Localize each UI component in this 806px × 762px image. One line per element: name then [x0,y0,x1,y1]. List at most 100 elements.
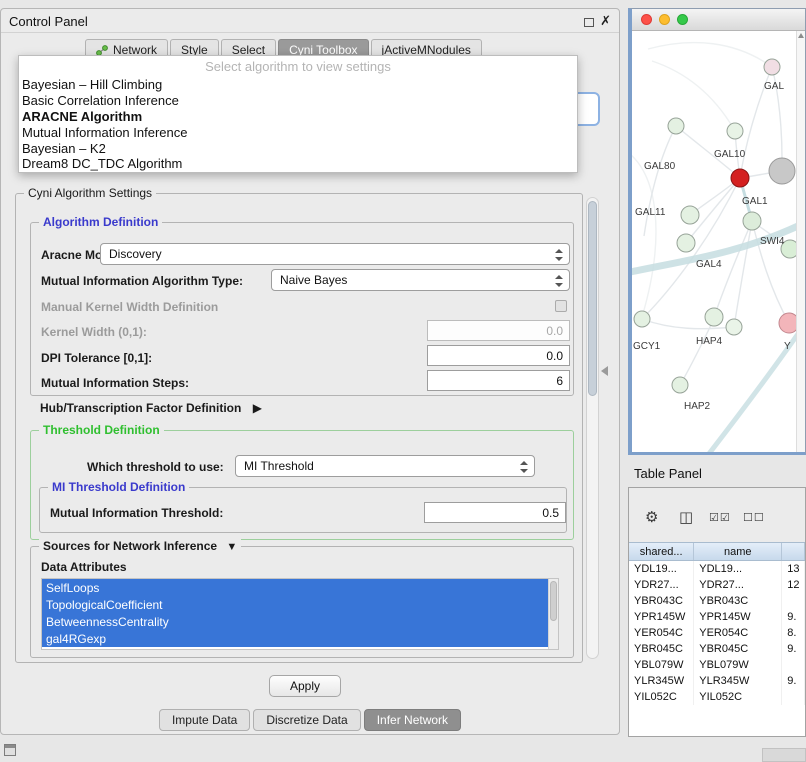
table-row[interactable]: YLR345W YLR345W 9. [629,673,805,689]
kernel-width-label: Kernel Width (0,1): [41,325,147,339]
list-item[interactable]: TopologicalCoefficient [42,596,548,613]
column-header-partial[interactable] [782,543,805,560]
cell: 8. [782,625,805,641]
which-threshold-select[interactable]: MI Threshold [235,455,535,477]
algorithm-option[interactable]: Basic Correlation Inference [19,93,577,109]
network-node[interactable] [634,311,650,327]
apply-button[interactable]: Apply [269,675,341,697]
mi-algorithm-type-value: Naive Bayes [280,273,347,287]
table-row[interactable]: YIL052C YIL052C [629,689,805,705]
mi-steps-label: Mutual Information Steps: [41,376,189,390]
cell: YIL052C [629,689,694,705]
cell: YER054C [694,625,782,641]
cell: YDR27... [694,577,782,593]
table-row[interactable]: YBL079W YBL079W [629,657,805,673]
scroll-up-icon[interactable] [798,33,804,38]
select-all-checkboxes-icon[interactable]: ☑☑ [709,511,731,524]
sources-group-title[interactable]: Sources for Network Inference ▼ [39,539,241,553]
cell [782,657,805,673]
column-header-shared-name[interactable]: shared... [629,543,694,560]
table-row[interactable]: YER054C YER054C 8. [629,625,805,641]
network-node[interactable] [727,123,743,139]
network-scrollbar[interactable] [796,31,805,452]
algorithm-option-selected[interactable]: ARACNE Algorithm [19,109,577,125]
cell: YBR043C [629,593,694,609]
network-tab-icon [96,45,108,56]
network-node[interactable] [743,212,761,230]
network-node[interactable] [668,118,684,134]
columns-icon[interactable]: ◫ [679,508,693,526]
algorithm-option[interactable]: Mutual Information Inference [19,124,577,140]
collapse-right-icon: ▶ [253,401,262,415]
table-row[interactable]: YDL19... YDL19... 13 [629,561,805,577]
list-item[interactable]: SelfLoops [42,579,548,596]
sources-title-label: Sources for Network Inference [43,539,217,553]
mi-threshold-group-title: MI Threshold Definition [48,480,189,494]
hub-definition-toggle[interactable]: Hub/Transcription Factor Definition ▶ [40,401,262,415]
network-node[interactable] [764,59,780,75]
zoom-traffic-light[interactable] [677,14,688,25]
mi-algorithm-type-select[interactable]: Naive Bayes [271,269,570,291]
settings-scrollbar-thumb[interactable] [588,201,597,396]
minimize-traffic-light[interactable] [659,14,670,25]
cyni-algorithm-settings-group: Cyni Algorithm Settings Algorithm Defini… [15,193,583,663]
tab-impute-data[interactable]: Impute Data [159,709,250,731]
network-canvas[interactable]: GAL GAL80 GAL10 GAL11 GAL1 SWI4 GAL4 GCY… [632,31,805,452]
network-node[interactable] [779,313,796,333]
bottom-tabbar: Impute Data Discretize Data Infer Networ… [1,709,619,731]
table-row[interactable]: YDR27... YDR27... 12 [629,577,805,593]
node-label: GCY1 [633,341,661,352]
clear-all-checkboxes-icon[interactable]: ☐☐ [743,511,765,524]
threshold-definition-title: Threshold Definition [39,423,164,437]
close-traffic-light[interactable] [641,14,652,25]
cell: YIL052C [694,689,782,705]
network-node[interactable] [681,206,699,224]
gear-icon[interactable]: ⚙ [645,508,658,526]
list-item[interactable]: gal4RGexp [42,630,548,647]
list-scrollbar[interactable] [548,579,558,649]
table-row[interactable]: YBR043C YBR043C [629,593,805,609]
node-label: Y [784,341,791,352]
cell: YLR345W [694,673,782,689]
cell: YBR045C [629,641,694,657]
algorithm-option[interactable]: Bayesian – K2 [19,140,577,156]
restore-panel-icon[interactable] [4,744,16,756]
table-body: YDL19... YDL19... 13 YDR27... YDR27... 1… [629,561,805,736]
data-attributes-list: SelfLoops TopologicalCoefficient Between… [41,578,559,650]
panel-splitter-icon[interactable] [601,366,608,376]
tab-infer-network[interactable]: Infer Network [364,709,461,731]
tab-discretize-data[interactable]: Discretize Data [253,709,360,731]
float-window-icon[interactable] [584,18,594,27]
sources-group: Sources for Network Inference ▼ Data Att… [30,546,574,658]
cyni-algorithm-settings-title: Cyni Algorithm Settings [24,186,156,200]
network-node[interactable] [705,308,723,326]
network-node[interactable] [677,234,695,252]
manual-kernel-width-checkbox[interactable] [555,300,567,312]
table-row[interactable]: YPR145W YPR145W 9. [629,609,805,625]
dpi-tolerance-field[interactable]: 0.0 [427,345,570,366]
table-panel-title: Table Panel [634,466,702,481]
expand-down-icon: ▼ [226,541,237,553]
cell: YER054C [629,625,694,641]
algorithm-option[interactable]: Dream8 DC_TDC Algorithm [19,156,577,172]
aracne-mode-select[interactable]: Discovery [100,243,570,265]
mi-steps-field[interactable]: 6 [427,370,570,391]
network-node-labels: GAL GAL80 GAL10 GAL11 GAL1 SWI4 GAL4 GCY… [633,81,791,412]
settings-scrollbar[interactable] [586,197,599,659]
manual-kernel-width-label: Manual Kernel Width Definition [41,300,218,314]
list-item[interactable]: BetweennessCentrality [42,613,548,630]
close-icon[interactable]: ✗ [600,13,611,29]
algorithm-definition-title: Algorithm Definition [39,215,162,229]
network-node[interactable] [672,377,688,393]
network-node[interactable] [726,319,742,335]
column-header-name[interactable]: name [694,543,782,560]
network-node[interactable] [731,169,749,187]
mi-threshold-field[interactable]: 0.5 [424,502,566,523]
table-row[interactable]: YBR045C YBR045C 9. [629,641,805,657]
chevron-updown-icon [555,248,563,262]
kernel-width-field[interactable]: 0.0 [427,320,570,341]
network-node[interactable] [769,158,795,184]
algorithm-option[interactable]: Bayesian – Hill Climbing [19,77,577,93]
chevron-updown-icon [555,274,563,288]
aracne-mode-value: Discovery [109,247,162,261]
